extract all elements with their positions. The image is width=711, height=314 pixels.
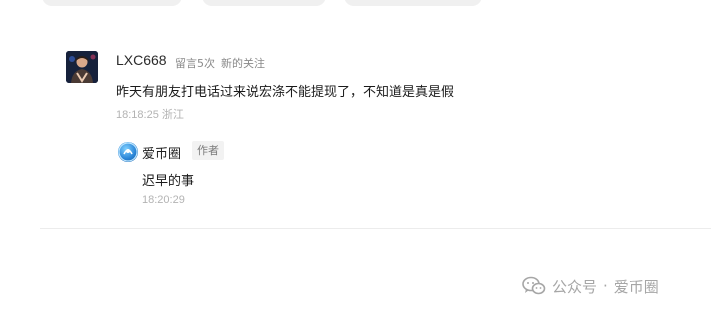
- top-filter-pill[interactable]: [202, 0, 326, 6]
- top-filter-pill[interactable]: [344, 0, 482, 6]
- comment-location: 浙江: [161, 108, 184, 121]
- author-tag: 作者: [192, 141, 224, 160]
- top-filter-pill[interactable]: [42, 0, 182, 6]
- reply-text: 迟早的事: [142, 174, 195, 189]
- watermark-separator: ·: [603, 277, 608, 295]
- comment-text: 昨天有朋友打电话过来说宏涤不能提现了，不知道是真是假: [116, 85, 455, 100]
- watermark-account: 爱币圈: [613, 277, 659, 296]
- comment-username[interactable]: LXC668: [116, 52, 167, 68]
- wechat-icon: [522, 276, 546, 295]
- divider: [40, 228, 711, 229]
- avatar-image: [66, 51, 98, 83]
- visit-count-badge: 留言5次: [175, 57, 215, 70]
- comment-meta: 18:18:25 浙江: [116, 106, 184, 122]
- author-avatar[interactable]: [118, 142, 138, 162]
- watermark-label: 公众号: [552, 277, 598, 296]
- user-badges: 留言5次 新的关注: [175, 55, 271, 71]
- account-watermark: 公众号 · 爱币圈: [522, 275, 659, 297]
- comment-time: 18:18:25: [116, 109, 159, 121]
- coin-logo-icon: [118, 142, 138, 162]
- reply-time: 18:20:29: [142, 194, 185, 206]
- avatar[interactable]: [66, 51, 98, 83]
- new-follower-badge: 新的关注: [221, 57, 265, 70]
- reply-author-name[interactable]: 爱币圈: [142, 143, 181, 162]
